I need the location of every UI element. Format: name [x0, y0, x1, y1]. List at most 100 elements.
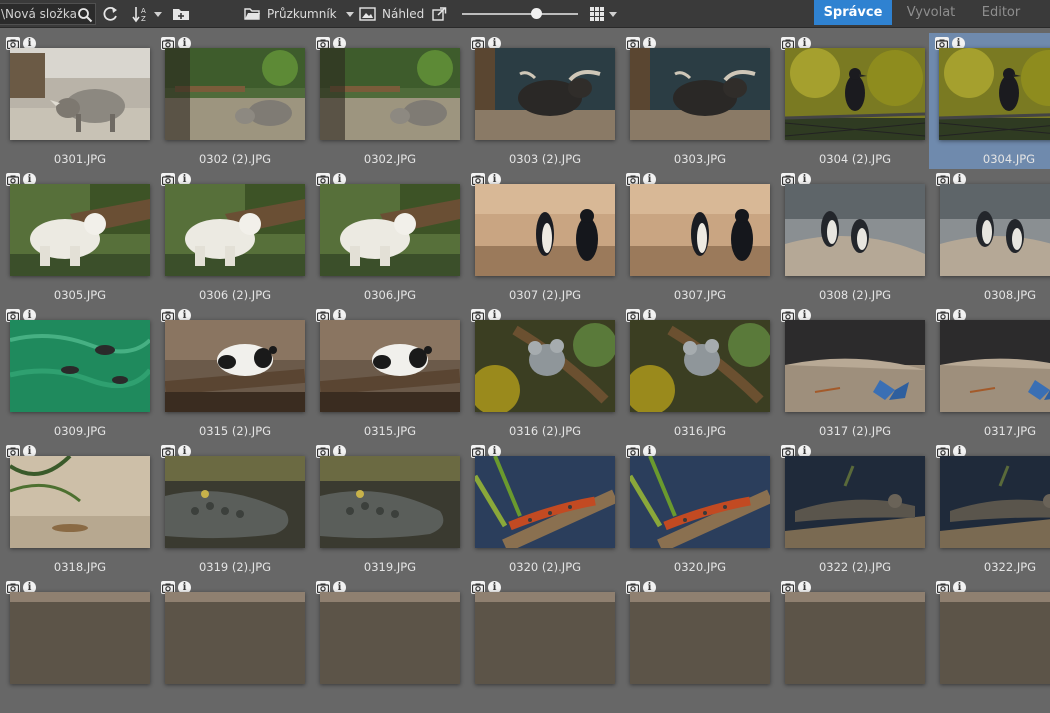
photo-thumbnail-cell[interactable]: i 0307 (2).JPG — [465, 169, 615, 305]
photo-thumbnail-image[interactable] — [475, 48, 615, 140]
photo-thumbnail-image[interactable] — [165, 592, 305, 684]
photo-thumbnail-cell[interactable]: i 0304 (2).JPG — [775, 33, 925, 169]
photo-thumbnail-image[interactable] — [475, 320, 615, 412]
photo-thumbnail-image[interactable] — [165, 320, 305, 412]
photo-thumbnail-image[interactable] — [939, 48, 1050, 140]
photo-thumbnail-cell[interactable]: i 0302 (2).JPG — [155, 33, 305, 169]
photo-thumbnail-image[interactable] — [165, 48, 305, 140]
photo-thumbnail-cell[interactable]: i — [155, 577, 305, 713]
file-name-label: 0307.JPG — [673, 288, 727, 302]
refresh-icon[interactable] — [100, 4, 120, 24]
photo-thumbnail-cell[interactable]: i 0305.JPG — [0, 169, 150, 305]
photo-thumbnail-image[interactable] — [320, 456, 460, 548]
photo-thumbnail-cell[interactable]: i 0304.JPG — [929, 33, 1050, 169]
photo-thumbnail-cell[interactable]: i 0322.JPG — [930, 441, 1050, 577]
photo-thumbnail-cell[interactable]: i 0317.JPG — [930, 305, 1050, 441]
file-name-label: 0319 (2).JPG — [198, 560, 272, 574]
photo-thumbnail-cell[interactable]: i — [310, 577, 460, 713]
svg-text:A: A — [141, 7, 146, 15]
photo-thumbnail-cell[interactable]: i 0316.JPG — [620, 305, 770, 441]
sort-icon[interactable]: AZ — [132, 4, 162, 24]
photo-thumbnail-cell[interactable]: i 0303 (2).JPG — [465, 33, 615, 169]
tab-develop[interactable]: Vyvolat — [896, 0, 966, 25]
photo-thumbnail-image[interactable] — [10, 320, 150, 412]
photo-thumbnail-cell[interactable]: i 0303.JPG — [620, 33, 770, 169]
preview-button[interactable]: Náhled — [359, 3, 424, 25]
photo-thumbnail-image[interactable] — [785, 48, 925, 140]
photo-thumbnail-cell[interactable]: i — [775, 577, 925, 713]
photo-thumbnail-image[interactable] — [165, 184, 305, 276]
thumbnail-size-slider[interactable] — [462, 13, 578, 15]
photo-thumbnail-cell[interactable]: i 0308 (2).JPG — [775, 169, 925, 305]
photo-thumbnail-image[interactable] — [785, 456, 925, 548]
file-name-label: 0302.JPG — [363, 152, 417, 166]
explorer-button[interactable]: Průzkumník — [244, 3, 354, 25]
image-icon — [359, 7, 376, 21]
photo-thumbnail-cell[interactable]: i 0307.JPG — [620, 169, 770, 305]
file-name-label: 0301.JPG — [53, 152, 107, 166]
preview-label: Náhled — [382, 7, 425, 21]
svg-text:Z: Z — [141, 15, 146, 23]
photo-thumbnail-cell[interactable]: i 0308.JPG — [930, 169, 1050, 305]
photo-thumbnail-cell[interactable]: i 0306.JPG — [310, 169, 460, 305]
search-icon[interactable] — [77, 7, 93, 23]
tab-manager[interactable]: Správce — [814, 0, 892, 25]
photo-thumbnail-cell[interactable]: i 0320 (2).JPG — [465, 441, 615, 577]
photo-thumbnail-image[interactable] — [320, 592, 460, 684]
photo-thumbnail-image[interactable] — [10, 48, 150, 140]
file-name-label: 0319.JPG — [363, 560, 417, 574]
file-name-label: 0322.JPG — [983, 560, 1037, 574]
photo-thumbnail-image[interactable] — [630, 320, 770, 412]
photo-thumbnail-cell[interactable]: i 0318.JPG — [0, 441, 150, 577]
photo-thumbnail-image[interactable] — [940, 184, 1050, 276]
photo-thumbnail-image[interactable] — [320, 184, 460, 276]
photo-thumbnail-cell[interactable]: i 0320.JPG — [620, 441, 770, 577]
file-name-label: 0307 (2).JPG — [508, 288, 582, 302]
chevron-down-icon — [609, 11, 617, 17]
grid-view-icon[interactable] — [587, 4, 619, 24]
photo-thumbnail-cell[interactable]: i 0301.JPG — [0, 33, 150, 169]
explorer-label: Průzkumník — [267, 7, 337, 21]
external-window-icon[interactable] — [430, 4, 448, 24]
photo-thumbnail-image[interactable] — [785, 320, 925, 412]
photo-thumbnail-image[interactable] — [10, 456, 150, 548]
photo-thumbnail-cell[interactable]: i 0306 (2).JPG — [155, 169, 305, 305]
photo-thumbnail-cell[interactable]: i — [0, 577, 150, 713]
file-name-label: 0303.JPG — [673, 152, 727, 166]
photo-thumbnail-image[interactable] — [320, 320, 460, 412]
photo-thumbnail-image[interactable] — [940, 592, 1050, 684]
photo-thumbnail-image[interactable] — [320, 48, 460, 140]
photo-thumbnail-cell[interactable]: i 0322 (2).JPG — [775, 441, 925, 577]
folder-path-field[interactable]: \Nová složka — [0, 3, 96, 25]
photo-thumbnail-cell[interactable]: i 0319.JPG — [310, 441, 460, 577]
photo-thumbnail-cell[interactable]: i 0317 (2).JPG — [775, 305, 925, 441]
photo-thumbnail-image[interactable] — [10, 592, 150, 684]
photo-thumbnail-image[interactable] — [630, 48, 770, 140]
photo-thumbnail-image[interactable] — [940, 320, 1050, 412]
new-folder-icon[interactable] — [171, 4, 191, 24]
photo-thumbnail-cell[interactable]: i 0302.JPG — [310, 33, 460, 169]
photo-thumbnail-cell[interactable]: i 0309.JPG — [0, 305, 150, 441]
thumbnail-grid: i 0301.JPG i 0302 (2).JPG i 0302.JPG i 0303 (2)… — [0, 29, 1050, 684]
photo-thumbnail-cell[interactable]: i — [465, 577, 615, 713]
photo-thumbnail-cell[interactable]: i 0315.JPG — [310, 305, 460, 441]
photo-thumbnail-image[interactable] — [785, 184, 925, 276]
photo-thumbnail-image[interactable] — [475, 184, 615, 276]
photo-thumbnail-image[interactable] — [785, 592, 925, 684]
file-name-label: 0322 (2).JPG — [818, 560, 892, 574]
photo-thumbnail-cell[interactable]: i 0316 (2).JPG — [465, 305, 615, 441]
photo-thumbnail-cell[interactable]: i 0319 (2).JPG — [155, 441, 305, 577]
photo-thumbnail-image[interactable] — [940, 456, 1050, 548]
tab-editor[interactable]: Editor — [966, 0, 1036, 25]
photo-thumbnail-image[interactable] — [475, 456, 615, 548]
photo-thumbnail-cell[interactable]: i 0315 (2).JPG — [155, 305, 305, 441]
photo-thumbnail-image[interactable] — [630, 184, 770, 276]
photo-thumbnail-image[interactable] — [165, 456, 305, 548]
photo-thumbnail-cell[interactable]: i — [930, 577, 1050, 713]
photo-thumbnail-image[interactable] — [475, 592, 615, 684]
photo-thumbnail-cell[interactable]: i — [620, 577, 770, 713]
photo-thumbnail-image[interactable] — [10, 184, 150, 276]
slider-thumb[interactable] — [531, 8, 542, 19]
photo-thumbnail-image[interactable] — [630, 592, 770, 684]
photo-thumbnail-image[interactable] — [630, 456, 770, 548]
